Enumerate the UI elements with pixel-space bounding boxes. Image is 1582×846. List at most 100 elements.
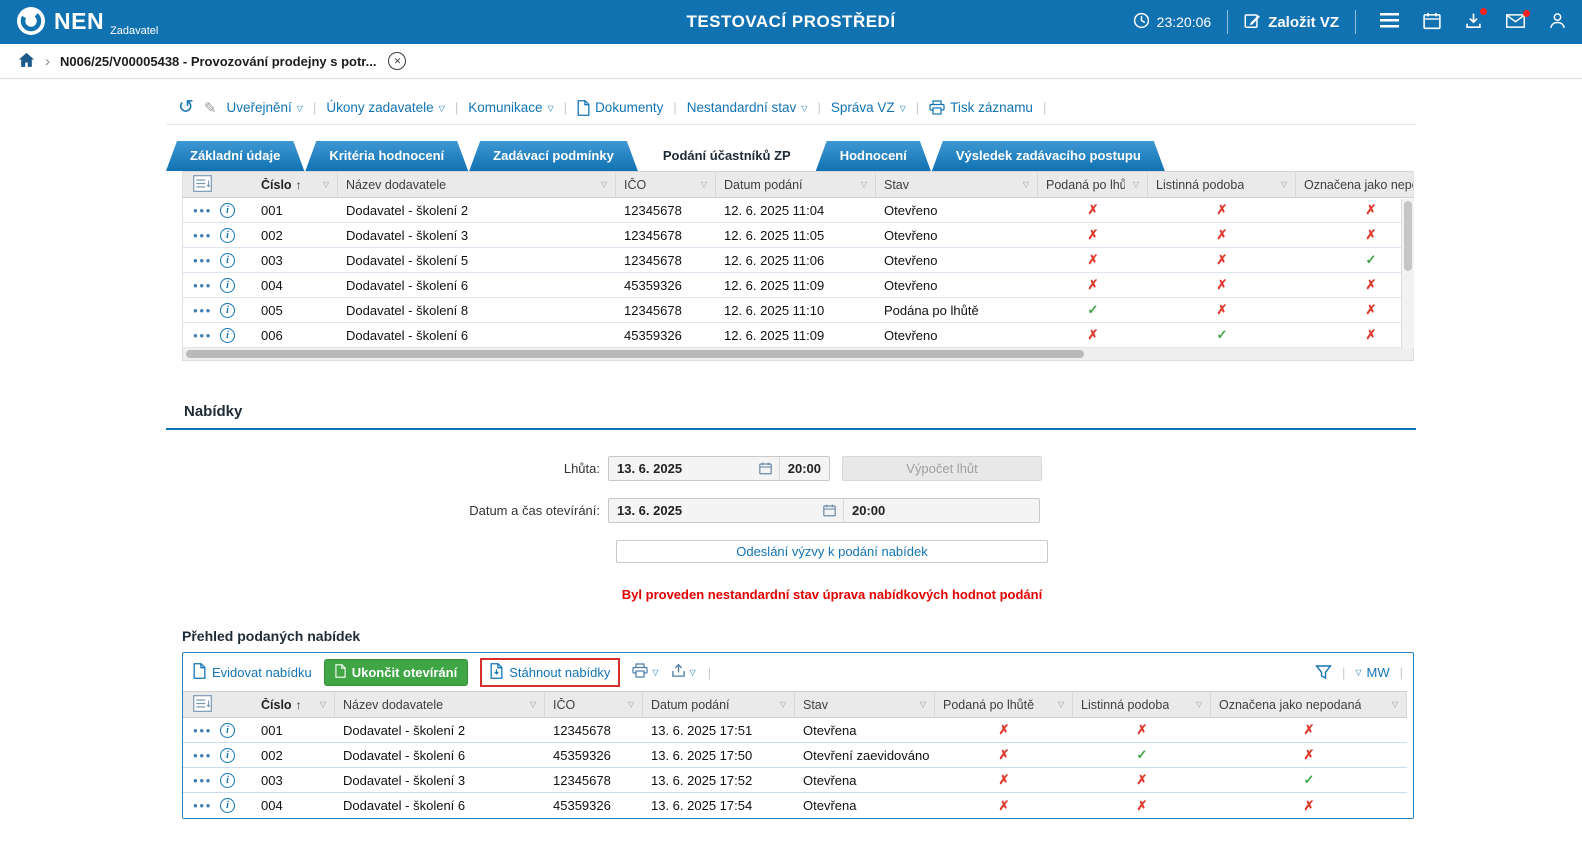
row-menu-icon[interactable]: ●●● [193,726,212,735]
column-header-notsub[interactable]: Označena jako nepodaná▽ [1211,692,1407,717]
column-chooser-button[interactable] [183,692,253,717]
download-offers-button[interactable]: Stáhnout nabídky [490,663,610,682]
tab-kriteria-hodnoceni[interactable]: Kritéria hodnocení [305,141,468,171]
vertical-scrollbar[interactable] [1401,199,1414,349]
print-button[interactable]: ▽ [632,663,658,681]
scrollbar-thumb[interactable] [1404,201,1412,271]
row-info-icon[interactable]: i [220,278,235,293]
horizontal-scrollbar[interactable] [182,348,1414,361]
menu-button[interactable] [1380,13,1399,31]
column-header-status[interactable]: Stav▽ [876,172,1038,197]
row-info-icon[interactable]: i [220,228,235,243]
row-info-icon[interactable]: i [220,328,235,343]
column-filter-icon[interactable]: ▽ [697,180,707,189]
deadline-time-value[interactable]: 20:00 [780,461,829,476]
table-row[interactable]: ●●●i005Dodavatel - školení 81234567812. … [183,298,1414,323]
mw-menu-button[interactable]: ▽ MW [1355,665,1389,680]
calendar-icon[interactable] [752,457,779,480]
row-info-icon[interactable]: i [220,303,235,318]
row-info-icon[interactable]: i [220,748,235,763]
column-chooser-button[interactable] [183,172,253,197]
send-invitation-button[interactable]: Odeslání výzvy k podání nabídek [616,540,1048,563]
column-filter-icon[interactable]: ▽ [1277,180,1287,189]
row-menu-icon[interactable]: ●●● [193,281,212,290]
column-filter-icon[interactable]: ▽ [526,700,536,709]
filter-icon[interactable] [1315,665,1332,680]
create-vz-button[interactable]: Založit VZ [1244,12,1339,32]
column-header-status[interactable]: Stav▽ [795,692,935,717]
calendar-icon[interactable] [816,499,843,522]
column-filter-icon[interactable]: ▽ [1388,700,1398,709]
column-header-name[interactable]: Název dodavatele▽ [338,172,616,197]
column-filter-icon[interactable]: ▽ [597,180,607,189]
profile-button[interactable] [1549,12,1566,32]
finish-opening-button[interactable]: Ukončit otevírání [324,659,468,686]
row-menu-icon[interactable]: ●●● [193,776,212,785]
column-filter-icon[interactable]: ▽ [776,700,786,709]
tab-podani-ucastniku-zp[interactable]: Podání účastníků ZP [639,141,815,171]
downloads-button[interactable] [1465,12,1482,32]
column-header-ico[interactable]: IČO▽ [616,172,716,197]
row-menu-icon[interactable]: ●●● [193,331,212,340]
opening-time-value[interactable]: 20:00 [844,503,893,518]
close-tab-icon[interactable]: ✕ [388,52,406,70]
column-filter-icon[interactable]: ▽ [916,700,926,709]
deadline-date-value[interactable]: 13. 6. 2025 [609,457,752,480]
column-header-late[interactable]: Podaná po lhůtě▽ [935,692,1073,717]
menu-ukony-zadavatele[interactable]: Úkony zadavatele▽ [326,100,444,115]
row-info-icon[interactable]: i [220,773,235,788]
column-header-name[interactable]: Název dodavatele▽ [335,692,545,717]
column-filter-icon[interactable]: ▽ [1129,180,1139,189]
scrollbar-thumb[interactable] [186,350,1084,358]
column-header-ico[interactable]: IČO▽ [545,692,643,717]
calendar-button[interactable] [1423,12,1441,33]
messages-button[interactable] [1506,14,1525,31]
column-filter-icon[interactable]: ▽ [1192,700,1202,709]
menu-nestandardni-stav[interactable]: Nestandardní stav▽ [687,100,808,115]
tab-zakladni-udaje[interactable]: Základní údaje [166,141,304,171]
table-row[interactable]: ●●●i003Dodavatel - školení 31234567813. … [183,768,1407,793]
table-row[interactable]: ●●●i002Dodavatel - školení 64535932613. … [183,743,1407,768]
row-info-icon[interactable]: i [220,723,235,738]
column-header-paper[interactable]: Listinná podoba▽ [1073,692,1211,717]
table-row[interactable]: ●●●i002Dodavatel - školení 31234567812. … [183,223,1414,248]
deadline-field[interactable]: 13. 6. 2025 20:00 [608,456,830,481]
tab-zadavaci-podminky[interactable]: Zadávací podmínky [469,141,638,171]
menu-komunikace[interactable]: Komunikace▽ [468,100,553,115]
opening-date-value[interactable]: 13. 6. 2025 [609,499,816,522]
column-header-paper[interactable]: Listinná podoba▽ [1148,172,1296,197]
record-offer-button[interactable]: Evidovat nabídku [193,663,312,682]
table-row[interactable]: ●●●i004Dodavatel - školení 64535932612. … [183,273,1414,298]
table-row[interactable]: ●●●i004Dodavatel - školení 64535932613. … [183,793,1407,818]
row-info-icon[interactable]: i [220,253,235,268]
column-header-date[interactable]: Datum podání▽ [716,172,876,197]
table-row[interactable]: ●●●i003Dodavatel - školení 51234567812. … [183,248,1414,273]
column-filter-icon[interactable]: ▽ [1019,180,1029,189]
column-header-late[interactable]: Podaná po lhůtě▽ [1038,172,1148,197]
menu-uverejneni[interactable]: Uveřejnění▽ [227,100,303,115]
menu-tisk-zaznamu[interactable]: Tisk záznamu [929,100,1033,115]
menu-dokumenty[interactable]: Dokumenty [577,100,663,116]
column-filter-icon[interactable]: ▽ [319,180,329,189]
column-filter-icon[interactable]: ▽ [316,700,326,709]
table-row[interactable]: ●●●i006Dodavatel - školení 64535932612. … [183,323,1414,348]
row-menu-icon[interactable]: ●●● [193,751,212,760]
home-icon[interactable] [18,52,35,71]
tab-hodnoceni[interactable]: Hodnocení [816,141,931,171]
row-menu-icon[interactable]: ●●● [193,206,212,215]
column-filter-icon[interactable]: ▽ [857,180,867,189]
column-filter-icon[interactable]: ▽ [1054,700,1064,709]
tab-vysledek-zadavaciho-postupu[interactable]: Výsledek zadávacího postupu [932,141,1165,171]
row-menu-icon[interactable]: ●●● [193,231,212,240]
row-info-icon[interactable]: i [220,798,235,813]
column-filter-icon[interactable]: ▽ [624,700,634,709]
opening-field[interactable]: 13. 6. 2025 20:00 [608,498,1040,523]
column-header-num[interactable]: Číslo↑▽ [253,692,335,717]
nen-logo[interactable]: NEN Zadavatel [16,6,158,39]
history-icon[interactable]: ↺ [178,96,194,119]
edit-pencil-icon[interactable]: ✎ [204,99,217,117]
column-header-num[interactable]: Číslo↑▽ [253,172,338,197]
column-header-notsub[interactable]: Označena jako nepodaná▽ [1296,172,1414,197]
breadcrumb-item[interactable]: N006/25/V00005438 - Provozování prodejny… [60,54,376,69]
row-menu-icon[interactable]: ●●● [193,256,212,265]
